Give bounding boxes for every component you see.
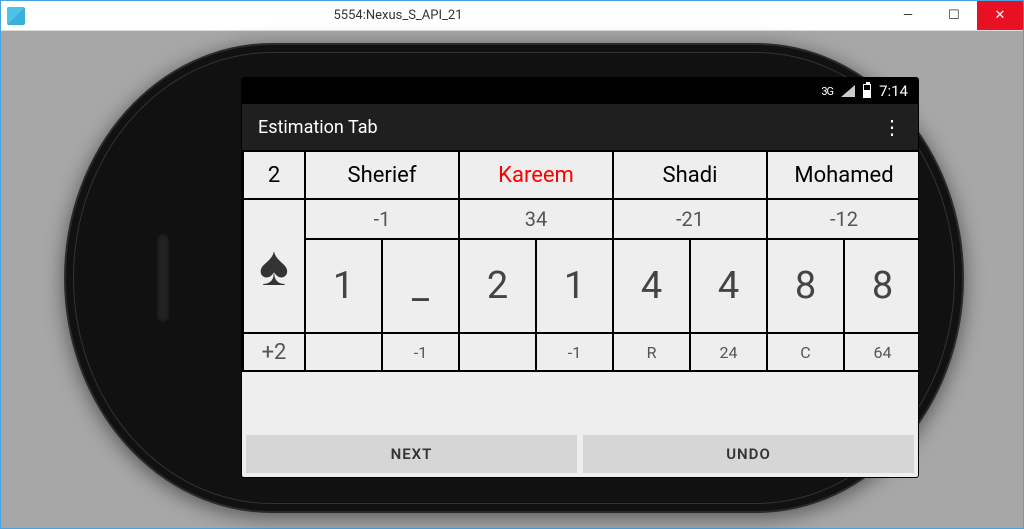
minimize-button[interactable]: —	[885, 1, 931, 30]
total-1: 34	[459, 199, 613, 239]
player-name-0[interactable]: Sherief	[305, 151, 459, 199]
bid-0a[interactable]: 1	[305, 239, 382, 333]
foot-0b: -1	[382, 333, 459, 371]
footer-row: +2 -1 -1 R 24 C 64	[243, 333, 919, 371]
foot-3b: 64	[844, 333, 919, 371]
bid-1a[interactable]: 2	[459, 239, 536, 333]
window-controls: — ☐ ✕	[885, 1, 1023, 30]
android-statusbar: 3G 7:14	[242, 78, 918, 104]
clock-label: 7:14	[879, 82, 908, 100]
bid-1b[interactable]: 1	[536, 239, 613, 333]
app-content: 2 Sherief Kareem Shadi Mohamed ♠ -1 34 -…	[242, 150, 918, 477]
signal-icon	[841, 85, 855, 97]
phone-earpiece	[156, 233, 170, 323]
undo-button[interactable]: UNDO	[583, 435, 914, 473]
window-title: 5554:Nexus_S_API_21	[31, 8, 885, 23]
window-titlebar[interactable]: 5554:Nexus_S_API_21 — ☐ ✕	[1, 1, 1023, 31]
close-button[interactable]: ✕	[977, 1, 1023, 30]
battery-icon	[863, 84, 871, 98]
foot-0a	[305, 333, 382, 371]
total-3: -12	[767, 199, 919, 239]
phone-frame: 3G 7:14 Estimation Tab ⋮ 2	[64, 43, 964, 513]
header-row: 2 Sherief Kareem Shadi Mohamed	[243, 151, 919, 199]
total-0: -1	[305, 199, 459, 239]
foot-2a: R	[613, 333, 690, 371]
foot-1b: -1	[536, 333, 613, 371]
next-button[interactable]: NEXT	[246, 435, 577, 473]
bottom-button-bar: NEXT UNDO	[246, 435, 914, 473]
player-name-3[interactable]: Mohamed	[767, 151, 919, 199]
totals-row: ♠ -1 34 -21 -12	[243, 199, 919, 239]
round-number: 2	[243, 151, 305, 199]
window-app-icon	[7, 7, 25, 25]
diff-cell: +2	[243, 333, 305, 371]
overflow-menu-icon[interactable]: ⋮	[882, 125, 902, 130]
bid-0b[interactable]: _	[382, 239, 459, 333]
player-name-1[interactable]: Kareem	[459, 151, 613, 199]
actionbar-title: Estimation Tab	[258, 117, 882, 138]
bid-3a[interactable]: 8	[767, 239, 844, 333]
trump-suit-icon: ♠	[243, 199, 305, 333]
app-actionbar: Estimation Tab ⋮	[242, 104, 918, 150]
phone-screen: 3G 7:14 Estimation Tab ⋮ 2	[241, 77, 919, 478]
bid-3b[interactable]: 8	[844, 239, 919, 333]
foot-1a	[459, 333, 536, 371]
os-window: 5554:Nexus_S_API_21 — ☐ ✕	[0, 0, 1024, 529]
window-body: 3G 7:14 Estimation Tab ⋮ 2	[2, 32, 1022, 527]
score-grid: 2 Sherief Kareem Shadi Mohamed ♠ -1 34 -…	[242, 150, 919, 372]
bid-2a[interactable]: 4	[613, 239, 690, 333]
maximize-button[interactable]: ☐	[931, 1, 977, 30]
network-label: 3G	[821, 85, 833, 98]
player-name-2[interactable]: Shadi	[613, 151, 767, 199]
bids-row: 1 _ 2 1 4 4 8 8	[243, 239, 919, 333]
foot-3a: C	[767, 333, 844, 371]
foot-2b: 24	[690, 333, 767, 371]
total-2: -21	[613, 199, 767, 239]
bid-2b[interactable]: 4	[690, 239, 767, 333]
